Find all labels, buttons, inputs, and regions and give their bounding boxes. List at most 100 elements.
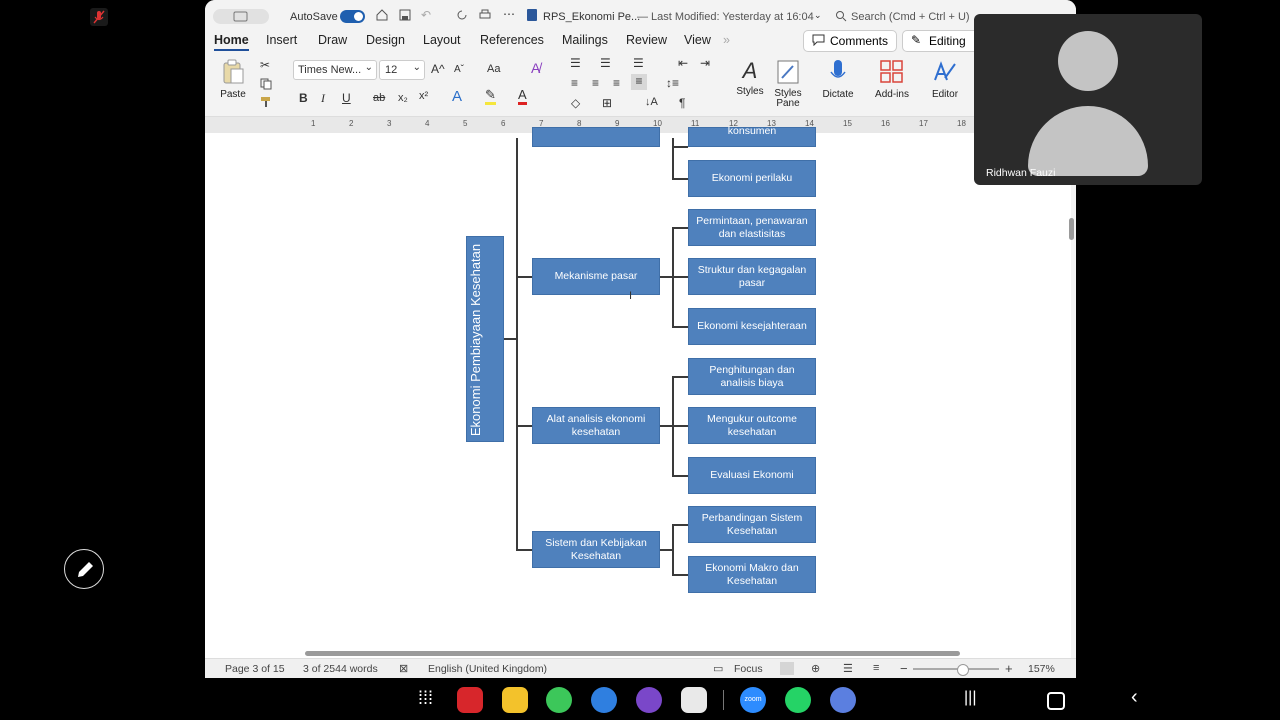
align-left-icon[interactable]: ≡ — [571, 76, 578, 90]
home-nav-button[interactable] — [1047, 692, 1065, 710]
tab-references[interactable]: References — [480, 33, 544, 47]
highlight-icon[interactable]: ✎ — [485, 88, 496, 105]
editor-button[interactable]: Editor — [925, 58, 965, 100]
zoom-out-button[interactable]: − — [900, 661, 908, 676]
tab-review[interactable]: Review — [626, 33, 667, 47]
document-page[interactable]: Ekonomi Pembiayaan Kesehatan konsumen Ek… — [205, 125, 1071, 658]
grow-font-button[interactable]: A^ — [431, 62, 445, 76]
diagram-leaf[interactable]: Ekonomi perilaku — [688, 160, 816, 197]
styles-button[interactable]: A Styles — [730, 58, 770, 97]
mic-muted-icon[interactable] — [90, 8, 108, 26]
print-icon[interactable] — [478, 8, 492, 25]
autosave-toggle[interactable] — [340, 10, 365, 23]
diagram-mid-box[interactable]: Sistem dan Kebijakan Kesehatan — [532, 531, 660, 568]
chrome-app-icon[interactable] — [830, 687, 856, 713]
decrease-indent-icon[interactable]: ⇤ — [678, 56, 688, 70]
word-count[interactable]: 3 of 2544 words — [303, 663, 378, 675]
tabs-more-icon[interactable]: » — [723, 33, 730, 47]
shading-icon[interactable]: ◇ — [571, 96, 580, 110]
zoom-in-button[interactable]: + — [1005, 661, 1013, 676]
dictate-button[interactable]: Dictate — [818, 58, 858, 100]
recents-nav-button[interactable]: ||| — [964, 689, 976, 707]
diagram-leaf[interactable]: Struktur dan kegagalan pasar — [688, 258, 816, 295]
page-count[interactable]: Page 3 of 15 — [225, 663, 285, 675]
addins-button[interactable]: Add-ins — [872, 58, 912, 100]
diagram-leaf[interactable]: Penghitungan dan analisis biaya — [688, 358, 816, 395]
camera-app-icon[interactable] — [681, 687, 707, 713]
sidebar-toggle-icon[interactable] — [213, 9, 269, 24]
tab-view[interactable]: View — [684, 33, 711, 47]
undo-icon[interactable]: ↶ — [421, 8, 431, 22]
sort-icon[interactable]: ↓A — [645, 96, 658, 108]
align-center-icon[interactable]: ≡ — [592, 76, 599, 90]
numbering-icon[interactable]: ☰ — [600, 56, 611, 70]
tab-insert[interactable]: Insert — [266, 33, 297, 47]
diagram-leaf[interactable]: Mengukur outcome kesehatan — [688, 407, 816, 444]
horizontal-scrollbar[interactable] — [305, 651, 960, 656]
zoom-app-icon[interactable]: zoom — [740, 687, 766, 713]
tab-mailings[interactable]: Mailings — [562, 33, 608, 47]
styles-pane-button[interactable]: Styles Pane — [768, 58, 808, 109]
multilevel-list-icon[interactable]: ☰ — [633, 56, 644, 70]
change-case-button[interactable]: Aa — [487, 63, 500, 75]
paste-button[interactable]: Paste — [217, 58, 249, 100]
proofing-icon[interactable]: ⊠ — [399, 662, 408, 675]
vertical-scrollbar[interactable] — [1069, 218, 1074, 240]
print-layout-icon[interactable] — [780, 662, 794, 675]
files-app-icon[interactable] — [502, 687, 528, 713]
clear-format-icon[interactable]: A̸ — [531, 60, 540, 76]
app-grid-icon[interactable]: ⁞⁞⁞ — [418, 688, 433, 709]
subscript-button[interactable]: x₂ — [398, 92, 408, 104]
diagram-box-partial[interactable] — [532, 127, 660, 147]
borders-icon[interactable]: ⊞ — [602, 96, 612, 110]
shrink-font-button[interactable]: Aˇ — [454, 64, 464, 75]
document-title[interactable]: RPS_Ekonomi Pe... — [543, 11, 640, 23]
font-size-select[interactable]: 12 ⌄ — [379, 60, 425, 80]
superscript-button[interactable]: x² — [419, 90, 428, 102]
phone-app-icon[interactable] — [546, 687, 572, 713]
diagram-leaf[interactable]: Ekonomi kesejahteraan — [688, 308, 816, 345]
draft-view-icon[interactable]: ≡ — [873, 662, 879, 674]
redo-icon[interactable] — [455, 8, 469, 25]
messages-app-icon[interactable] — [591, 687, 617, 713]
format-painter-icon[interactable] — [260, 96, 272, 111]
search-input[interactable]: Search (Cmd + Ctrl + U) — [851, 11, 970, 23]
italic-button[interactable]: I — [321, 91, 325, 106]
web-layout-icon[interactable]: ⊕ — [811, 662, 820, 675]
browser-app-icon[interactable] — [636, 687, 662, 713]
diagram-leaf-partial[interactable]: konsumen — [688, 125, 816, 147]
participant-tile[interactable]: Ridhwan Fauzi — [974, 14, 1202, 185]
last-modified[interactable]: — Last Modified: Yesterday at 16:04 — [637, 11, 814, 23]
zoom-slider[interactable] — [913, 664, 999, 676]
strikethrough-button[interactable]: ab — [373, 92, 385, 104]
underline-button[interactable]: U — [342, 91, 351, 105]
line-spacing-icon[interactable]: ↕≡ — [666, 76, 679, 90]
increase-indent-icon[interactable]: ⇥ — [700, 56, 710, 70]
tab-draw[interactable]: Draw — [318, 33, 347, 47]
diagram-mid-box[interactable]: Alat analisis ekonomi kesehatan — [532, 407, 660, 444]
zoom-level[interactable]: 157% — [1028, 663, 1055, 675]
whatsapp-app-icon[interactable] — [785, 687, 811, 713]
font-color-icon[interactable]: A — [518, 88, 527, 105]
tab-design[interactable]: Design — [366, 33, 405, 47]
tab-layout[interactable]: Layout — [423, 33, 461, 47]
save-icon[interactable] — [398, 8, 412, 25]
more-icon[interactable]: ⋯ — [503, 7, 515, 21]
diagram-leaf[interactable]: Perbandingan Sistem Kesehatan — [688, 506, 816, 543]
diagram-leaf[interactable]: Permintaan, penawaran dan elastisitas — [688, 209, 816, 246]
focus-button[interactable]: Focus — [734, 663, 763, 675]
comments-button[interactable]: Comments — [803, 30, 897, 52]
align-right-icon[interactable]: ≡ — [613, 76, 620, 90]
diagram-leaf[interactable]: Ekonomi Makro dan Kesehatan — [688, 556, 816, 593]
language[interactable]: English (United Kingdom) — [428, 663, 547, 675]
font-name-select[interactable]: Times New... ⌄ — [293, 60, 377, 80]
text-effects-icon[interactable]: A — [452, 88, 462, 105]
diagram-mid-box[interactable]: Mekanisme pasar — [532, 258, 660, 295]
show-formatting-button[interactable]: ¶ — [679, 96, 685, 110]
outline-view-icon[interactable]: ☰ — [843, 662, 853, 675]
tab-home[interactable]: Home — [214, 33, 249, 51]
back-nav-button[interactable]: ‹ — [1131, 686, 1138, 709]
diagram-leaf[interactable]: Evaluasi Ekonomi — [688, 457, 816, 494]
focus-icon[interactable]: ▭ — [713, 662, 723, 675]
bullets-icon[interactable]: ☰ — [570, 56, 581, 70]
